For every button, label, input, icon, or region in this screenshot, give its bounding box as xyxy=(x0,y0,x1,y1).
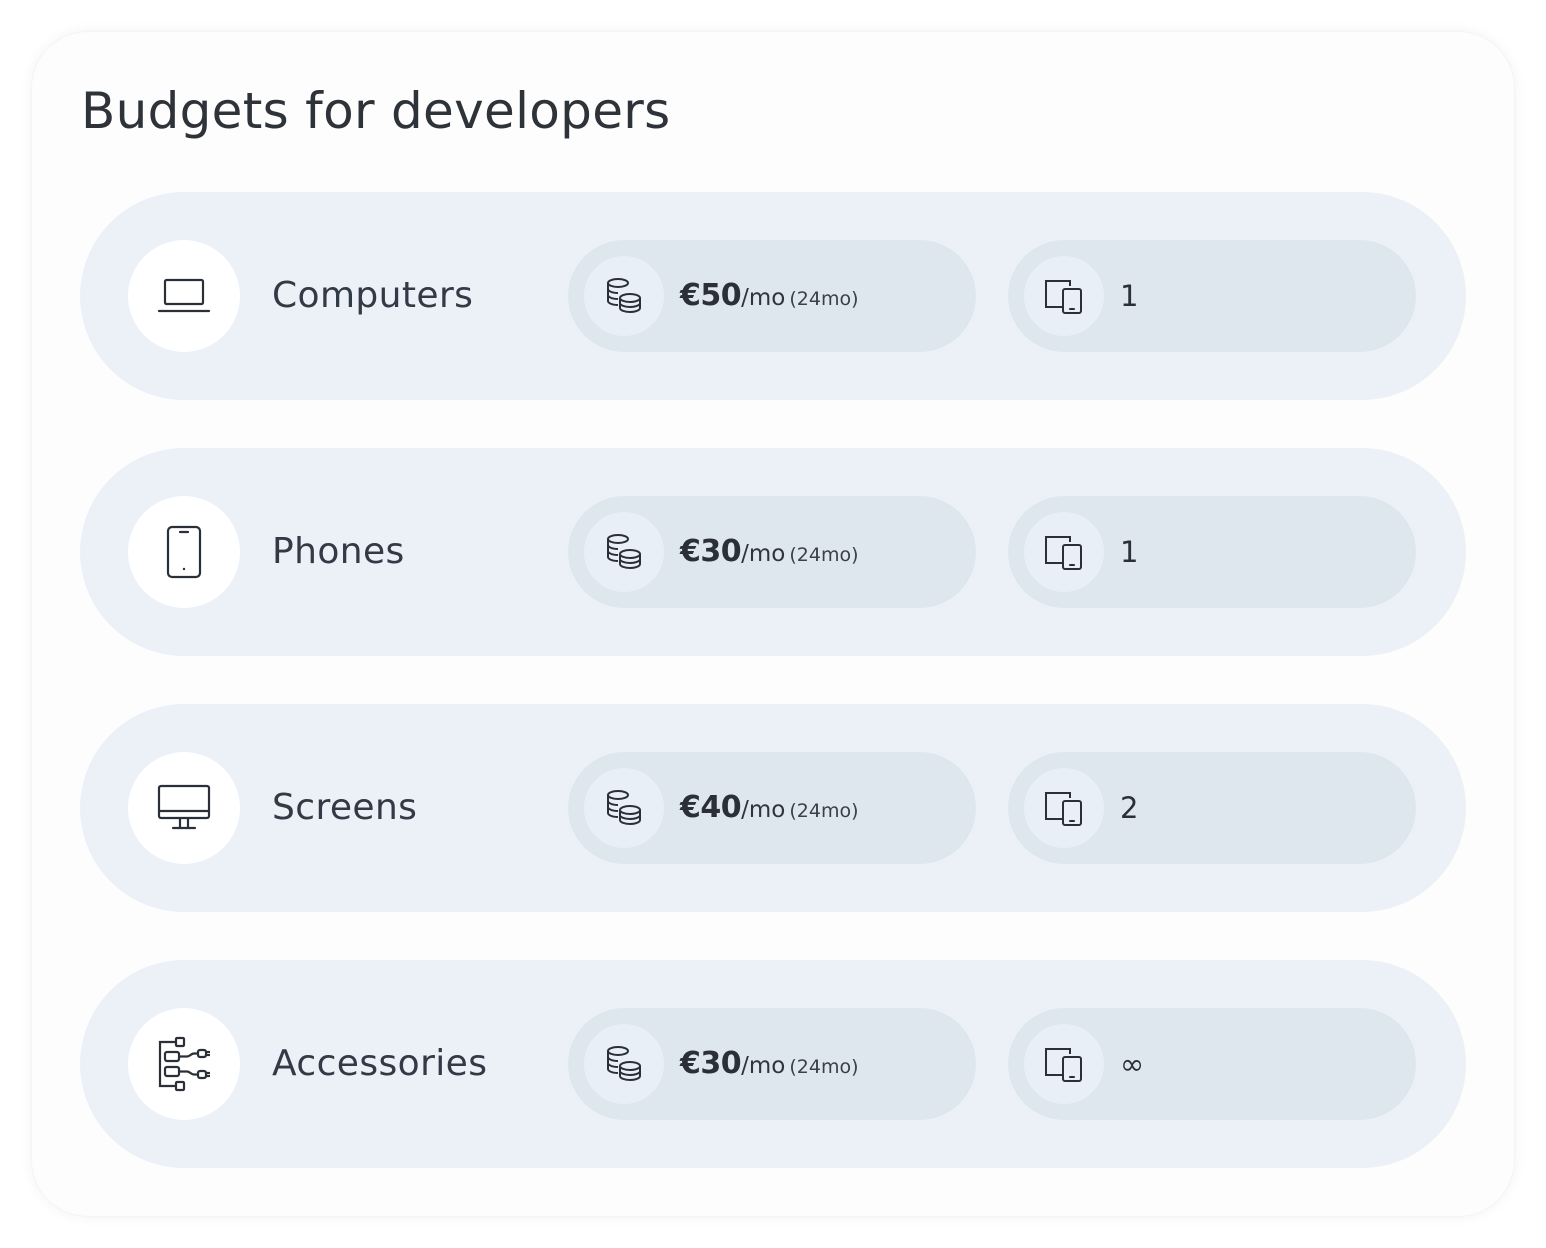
devices-icon xyxy=(1024,1024,1104,1104)
devices-icon xyxy=(1024,768,1104,848)
budget-pill: €50/mo (24mo) xyxy=(568,240,976,352)
cable-icon xyxy=(128,1008,240,1120)
laptop-icon xyxy=(128,240,240,352)
quantity-text: 1 xyxy=(1120,532,1138,578)
category-label: Phones xyxy=(272,531,405,572)
coins-icon xyxy=(584,512,664,592)
budget-amount: €40 xyxy=(680,790,742,825)
budget-period: /mo xyxy=(741,285,786,311)
quantity-pill: ∞ xyxy=(1008,1008,1416,1120)
quantity-value: 1 xyxy=(1120,535,1139,569)
budget-amount: €30 xyxy=(680,534,742,569)
quantity-pill: 1 xyxy=(1008,240,1416,352)
budget-amount: €30 xyxy=(680,1046,742,1081)
quantity-value: 2 xyxy=(1120,791,1139,825)
budget-amount: €50 xyxy=(680,278,742,313)
monitor-icon xyxy=(128,752,240,864)
quantity-text: ∞ xyxy=(1120,1044,1144,1090)
budget-period: /mo xyxy=(741,1053,786,1079)
coins-icon xyxy=(584,1024,664,1104)
budget-term: (24mo) xyxy=(789,288,859,310)
coins-icon xyxy=(584,256,664,336)
quantity-value: ∞ xyxy=(1120,1047,1145,1081)
budget-text: €40/mo (24mo) xyxy=(680,788,859,833)
phone-icon xyxy=(128,496,240,608)
quantity-pill: 2 xyxy=(1008,752,1416,864)
category-label: Accessories xyxy=(272,1043,488,1084)
quantity-text: 1 xyxy=(1120,276,1138,322)
budget-row-accessories: Accessories €30/mo (24mo) ∞ xyxy=(80,960,1466,1168)
coins-icon xyxy=(584,768,664,848)
budget-text: €30/mo (24mo) xyxy=(680,532,859,577)
budget-term: (24mo) xyxy=(789,544,859,566)
budget-period: /mo xyxy=(741,541,786,567)
quantity-text: 2 xyxy=(1120,788,1138,834)
budget-term: (24mo) xyxy=(789,800,859,822)
budget-term: (24mo) xyxy=(789,1056,859,1078)
budget-pill: €30/mo (24mo) xyxy=(568,496,976,608)
budget-text: €50/mo (24mo) xyxy=(680,276,859,321)
budget-pill: €40/mo (24mo) xyxy=(568,752,976,864)
budgets-card: Budgets for developers Computers €50/mo … xyxy=(32,32,1514,1216)
quantity-pill: 1 xyxy=(1008,496,1416,608)
budget-row-computers: Computers €50/mo (24mo) 1 xyxy=(80,192,1466,400)
category-label: Computers xyxy=(272,275,474,316)
page-title: Budgets for developers xyxy=(81,82,671,140)
budget-pill: €30/mo (24mo) xyxy=(568,1008,976,1120)
budget-row-phones: Phones €30/mo (24mo) 1 xyxy=(80,448,1466,656)
category-label: Screens xyxy=(272,787,418,828)
quantity-value: 1 xyxy=(1120,279,1139,313)
budget-row-screens: Screens €40/mo (24mo) 2 xyxy=(80,704,1466,912)
budget-period: /mo xyxy=(741,797,786,823)
devices-icon xyxy=(1024,256,1104,336)
devices-icon xyxy=(1024,512,1104,592)
budget-text: €30/mo (24mo) xyxy=(680,1044,859,1089)
